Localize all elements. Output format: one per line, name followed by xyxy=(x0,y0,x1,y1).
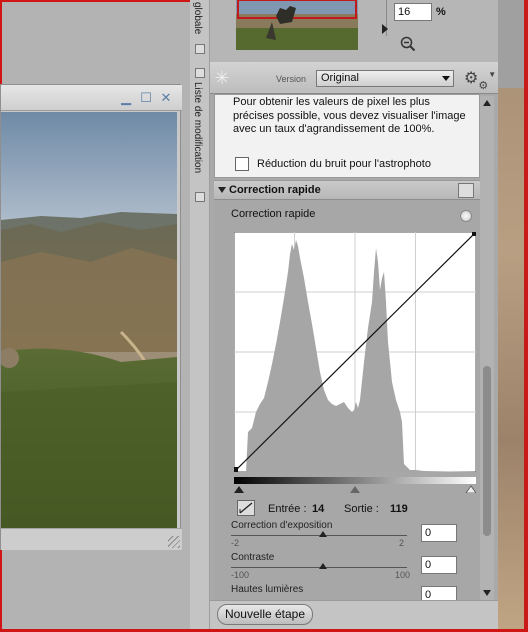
image-document-window: ▁ ☐ ✕ xyxy=(0,84,182,550)
exposure-max: 2 xyxy=(399,538,405,548)
close-icon[interactable]: ✕ xyxy=(159,91,173,105)
tone-gradient-bar xyxy=(234,477,476,484)
highlights-input[interactable]: 0 xyxy=(421,586,457,600)
zoom-input[interactable]: 16 xyxy=(394,3,432,21)
version-value: Original xyxy=(321,72,359,84)
exposure-label: Correction d'exposition xyxy=(231,520,333,531)
chevron-down-icon xyxy=(442,76,450,81)
tab-globale[interactable]: globale xyxy=(192,2,203,34)
contrast-min: -100 xyxy=(231,570,250,580)
tone-curve-histogram[interactable] xyxy=(232,230,478,473)
astro-noise-label: Réduction du bruit pour l'astrophoto xyxy=(257,158,431,170)
levels-slider[interactable] xyxy=(234,484,477,494)
panel-toggle-icon[interactable] xyxy=(195,192,205,202)
contrast-input[interactable]: 0 xyxy=(421,556,457,574)
info-message-box: Pour obtenir les valeurs de pixel les pl… xyxy=(214,94,480,178)
panel-toggle-icon[interactable] xyxy=(195,44,205,54)
section-title: Correction rapide xyxy=(229,184,321,196)
document-statusbar xyxy=(1,528,182,550)
exposure-input[interactable]: 0 xyxy=(421,524,457,542)
zoom-out-icon[interactable] xyxy=(400,36,416,52)
expand-triangle-icon[interactable] xyxy=(218,187,226,193)
edit-list-header: ✳ Version Original ⚙⚙▼ xyxy=(210,62,498,94)
quick-fix-section-header[interactable]: Correction rapide xyxy=(214,180,480,200)
panel-collapse-icon[interactable] xyxy=(195,68,205,78)
edit-list-panel: ✳ Version Original ⚙⚙▼ Pour obtenir les … xyxy=(210,62,498,629)
scroll-up-icon[interactable] xyxy=(483,100,491,106)
navigator-panel: 16 % xyxy=(210,0,498,62)
quick-fix-controls: Correction rapide Entrée: 14 Sortie: 1… xyxy=(214,200,480,600)
info-text: Pour obtenir les valeurs de pixel les pl… xyxy=(233,96,466,135)
astro-noise-checkbox[interactable] xyxy=(235,157,249,171)
contrast-adjustment: Contraste -100 100 0 xyxy=(231,552,481,584)
landscape-photo xyxy=(1,112,177,528)
output-label: Sortie : xyxy=(344,503,379,515)
zoom-arrow-icon[interactable] xyxy=(382,24,388,34)
curve-black-point[interactable] xyxy=(232,467,238,473)
exposure-adjustment: Correction d'exposition -2 2 0 xyxy=(231,520,481,552)
scrollbar-thumb[interactable] xyxy=(483,366,491,536)
edit-list-footer: Nouvelle étape xyxy=(210,600,498,629)
highlights-adjustment: Hautes lumières 0 xyxy=(231,584,481,600)
maximize-icon[interactable]: ☐ xyxy=(139,91,153,105)
output-value: 119 xyxy=(390,503,408,515)
navigator-thumbnail[interactable] xyxy=(236,0,358,50)
scroll-down-icon[interactable] xyxy=(483,590,491,596)
document-titlebar[interactable]: ▁ ☐ ✕ xyxy=(1,85,182,111)
midpoint-slider[interactable] xyxy=(350,486,360,493)
edit-list-scrollbar[interactable] xyxy=(480,96,494,600)
gear-icon[interactable]: ⚙⚙▼ xyxy=(464,68,496,92)
white-point-slider[interactable] xyxy=(465,485,477,494)
tab-edit-list[interactable]: Liste de modification xyxy=(192,82,203,173)
reset-radio-icon[interactable] xyxy=(460,210,472,222)
minimize-icon[interactable]: ▁ xyxy=(119,91,133,105)
sparkle-icon: ✳ xyxy=(214,68,230,88)
edit-tab-column: Liste de modification xyxy=(190,62,210,629)
exposure-min: -2 xyxy=(231,538,240,548)
version-select[interactable]: Original xyxy=(316,70,454,87)
black-point-slider[interactable] xyxy=(234,486,244,493)
window-border-right xyxy=(524,0,528,632)
input-value: 14 xyxy=(312,503,325,515)
exposure-slider-knob[interactable] xyxy=(319,531,327,537)
input-label: Entrée : xyxy=(268,503,307,515)
version-label: Version xyxy=(276,74,307,84)
navigator-tab-column: globale xyxy=(190,0,210,62)
curve-white-point[interactable] xyxy=(472,230,478,236)
new-step-button[interactable]: Nouvelle étape xyxy=(217,604,313,625)
contrast-label: Contraste xyxy=(231,552,275,563)
resize-grip-icon[interactable] xyxy=(168,536,180,548)
input-output-row: Entrée : 14 Sortie : 119 xyxy=(234,500,474,518)
curve-tool-icon[interactable] xyxy=(237,500,255,516)
contrast-slider-knob[interactable] xyxy=(319,563,327,569)
background-panel-strip xyxy=(498,0,524,88)
zoom-unit: % xyxy=(436,6,446,18)
contrast-max: 100 xyxy=(395,570,411,580)
highlights-label: Hautes lumières xyxy=(231,584,304,595)
section-enable-checkbox[interactable] xyxy=(458,183,474,198)
background-image-strip xyxy=(498,0,524,629)
quick-fix-label: Correction rapide xyxy=(231,208,316,220)
